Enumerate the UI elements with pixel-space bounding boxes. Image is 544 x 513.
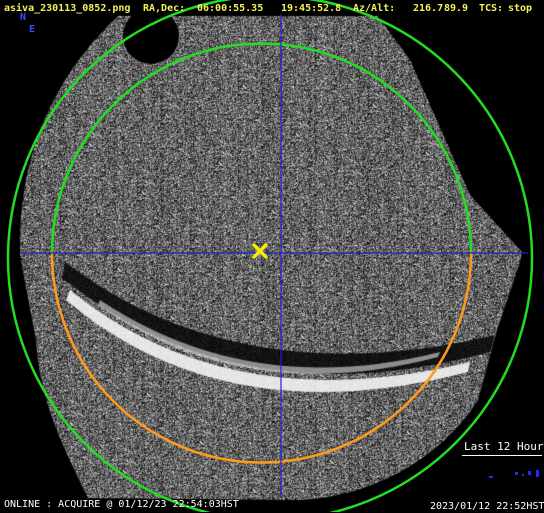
image-timestamp: 2023/01/12 22:52HST: [430, 501, 544, 512]
ra-value: 06:00:55.35: [197, 3, 264, 14]
compass-east-label: E: [29, 24, 36, 35]
legend-label: Last 12 Hours: [464, 440, 544, 453]
elevation-circle-upper: [50, 42, 473, 254]
overlay-layer: [6, 0, 539, 512]
horizon-circle: [6, 0, 534, 512]
acquisition-status: ONLINE : ACQUIRE @ 01/12/23 22:54:03HST: [4, 499, 239, 510]
elevation-circle-lower: [50, 252, 473, 464]
legend-underline: [462, 455, 542, 456]
altitude-value: 89.9: [444, 3, 469, 14]
radec-label: RA,Dec:: [143, 3, 186, 14]
azimuth-value: 216.7: [413, 3, 444, 14]
tcs-status: stop: [508, 3, 533, 14]
compass-north-label: N: [20, 12, 27, 23]
dec-value: 19:45:52.8: [281, 3, 342, 14]
x-marker-icon: [252, 243, 268, 259]
tcs-label: TCS:: [479, 3, 504, 14]
legend-track: [489, 470, 539, 478]
azalt-label: Az/Alt:: [353, 3, 396, 14]
